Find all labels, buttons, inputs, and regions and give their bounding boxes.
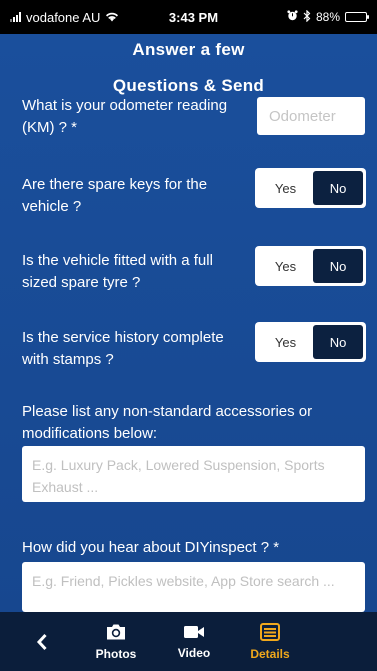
nav-details-label: Details bbox=[250, 646, 290, 661]
spare-tyre-toggle[interactable]: Yes No bbox=[255, 246, 366, 286]
nav-photos-label: Photos bbox=[95, 646, 137, 661]
alarm-icon bbox=[287, 10, 298, 24]
spare-keys-toggle[interactable]: Yes No bbox=[255, 168, 366, 208]
odometer-input[interactable] bbox=[257, 97, 365, 135]
signal-icon bbox=[10, 12, 21, 22]
nav-video-label: Video bbox=[177, 645, 211, 660]
page-title-line1: Answer a few bbox=[132, 40, 245, 59]
service-history-no-button[interactable]: No bbox=[313, 325, 363, 359]
service-history-yes-button[interactable]: Yes bbox=[258, 335, 313, 350]
service-history-toggle[interactable]: Yes No bbox=[255, 322, 366, 362]
battery-icon bbox=[345, 12, 369, 22]
spare-keys-label: Are there spare keys for the vehicle ? bbox=[22, 176, 208, 215]
spare-tyre-yes-button[interactable]: Yes bbox=[258, 259, 313, 274]
accessories-label: Please list any non-standard accessories… bbox=[22, 403, 313, 442]
chevron-left-icon bbox=[36, 633, 47, 650]
back-button[interactable] bbox=[28, 612, 56, 671]
camera-icon bbox=[107, 624, 125, 639]
carrier-name: vodafone AU bbox=[26, 9, 101, 25]
hear-about-input[interactable]: E.g. Friend, Pickles website, App Store … bbox=[22, 562, 365, 612]
wifi-icon bbox=[105, 10, 119, 25]
status-bar: vodafone AU 3:43 PM 88% bbox=[0, 0, 377, 34]
spare-keys-no-button[interactable]: No bbox=[313, 171, 363, 205]
status-time: 3:43 PM bbox=[168, 9, 219, 25]
nav-details[interactable]: Details bbox=[242, 612, 298, 671]
bottom-nav: Photos Video Details bbox=[0, 612, 377, 671]
list-icon bbox=[260, 622, 280, 641]
video-camera-icon bbox=[184, 625, 204, 638]
battery-percent: 88% bbox=[315, 10, 340, 24]
odometer-label: What is your odometer reading (KM) ? * bbox=[22, 97, 228, 136]
questions-screen: Answer a few Questions & Send What is yo… bbox=[0, 34, 377, 612]
service-history-label: Is the service history complete with sta… bbox=[22, 329, 224, 368]
nav-photos[interactable]: Photos bbox=[88, 612, 144, 671]
hear-about-label: How did you hear about DIYinspect ? * bbox=[22, 539, 280, 556]
spare-tyre-label: Is the vehicle fitted with a full sized … bbox=[22, 252, 213, 291]
nav-video[interactable]: Video bbox=[166, 612, 222, 671]
spare-keys-yes-button[interactable]: Yes bbox=[258, 181, 313, 196]
accessories-input[interactable]: E.g. Luxury Pack, Lowered Suspension, Sp… bbox=[22, 446, 365, 502]
page-title-line2: Questions & Send bbox=[112, 76, 265, 95]
bluetooth-icon bbox=[303, 9, 311, 25]
spare-tyre-no-button[interactable]: No bbox=[313, 249, 363, 283]
